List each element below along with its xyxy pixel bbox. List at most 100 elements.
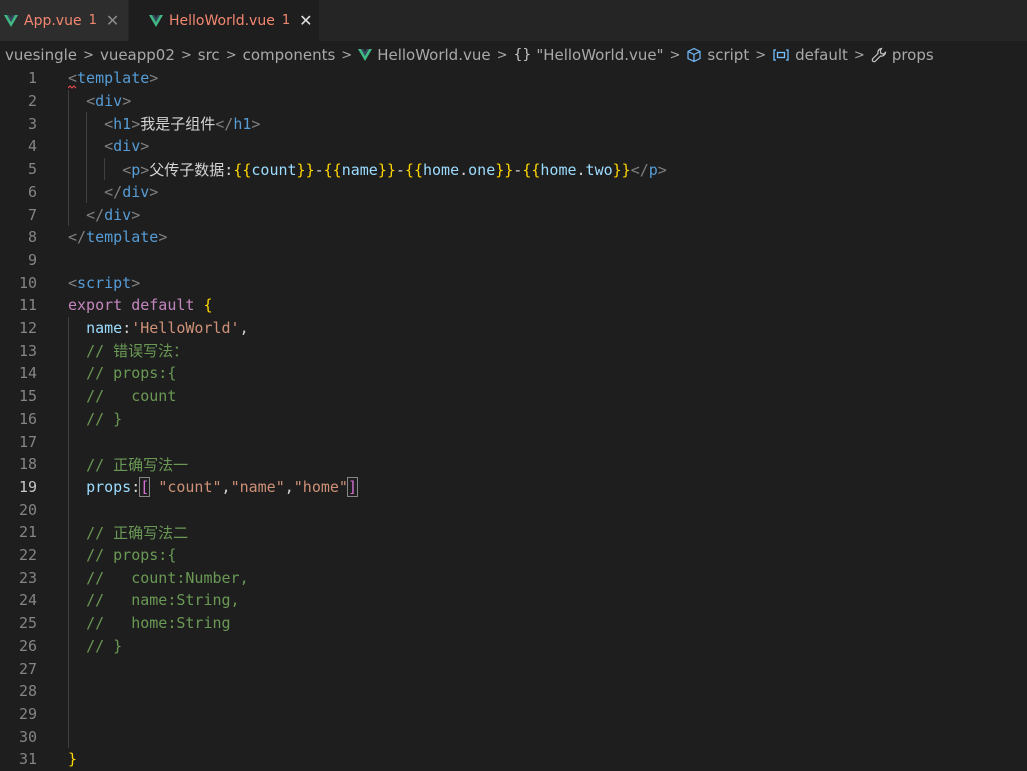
code-line[interactable]: 27 [0, 657, 1027, 680]
code-text: <h1>我是子组件</h1> [104, 115, 261, 134]
code-line[interactable]: 29 [0, 703, 1027, 726]
breadcrumb-item-module[interactable]: {} "HelloWorld.vue" [513, 46, 663, 64]
cube-icon [687, 47, 702, 63]
code-text: // } [86, 409, 123, 428]
code-line[interactable]: 24 // name:String, [0, 589, 1027, 612]
code-text: // } [86, 636, 123, 655]
breadcrumb-item-vueapp02[interactable]: vueapp02 [100, 46, 175, 64]
line-number: 30 [18, 727, 37, 746]
line-number: 29 [18, 704, 37, 723]
vue-logo-icon [149, 14, 163, 27]
line-number: 2 [27, 92, 37, 111]
indent-guide [104, 157, 106, 181]
code-line[interactable]: 28 [0, 680, 1027, 703]
chevron-right-icon: > [755, 47, 767, 63]
breadcrumb-item-src[interactable]: src [198, 46, 220, 64]
line-number: 22 [18, 546, 37, 565]
code-text: // home:String [86, 614, 231, 633]
code-line[interactable]: 19 props:[ "count","name","home"] [0, 476, 1027, 499]
breadcrumb-default-label: default [795, 46, 848, 64]
code-line[interactable]: 6 </div> [0, 181, 1027, 204]
code-text: <div> [86, 92, 132, 111]
chevron-right-icon: > [669, 47, 681, 63]
tab-bar: App.vue 1 ✕ HelloWorld.vue 1 ✕ [0, 0, 1027, 41]
code-text: <div> [104, 137, 150, 156]
line-number: 7 [27, 205, 37, 224]
tab-helloworld-vue[interactable]: HelloWorld.vue 1 ✕ [129, 0, 319, 41]
breadcrumb-item-props[interactable]: props [871, 46, 934, 64]
code-line[interactable]: 13 // 错误写法： [0, 339, 1027, 362]
code-line[interactable]: 7 </div> [0, 203, 1027, 226]
code-line[interactable]: 23 // count:Number, [0, 566, 1027, 589]
code-line[interactable]: 11 export default { [0, 294, 1027, 317]
breadcrumb-item-file[interactable]: HelloWorld.vue [358, 46, 491, 64]
breadcrumb-item-default[interactable]: default [772, 46, 848, 64]
code-line[interactable]: 4 <div> [0, 135, 1027, 158]
breadcrumb-item-components[interactable]: components [243, 46, 336, 64]
breadcrumb-item-script[interactable]: script [686, 46, 749, 64]
tab-app-vue[interactable]: App.vue 1 ✕ [0, 0, 128, 41]
code-line[interactable]: 31} [0, 748, 1027, 771]
line-number: 14 [18, 364, 37, 383]
code-line[interactable]: 15 // count [0, 385, 1027, 408]
code-text: // 错误写法： [86, 342, 189, 361]
code-line[interactable]: 2 <div> [0, 90, 1027, 113]
code-line[interactable]: 10 <script> [0, 271, 1027, 294]
line-number: 5 [27, 160, 37, 179]
code-text: // 正确写法一 [86, 455, 189, 474]
code-text: // name:String, [86, 591, 240, 610]
code-line[interactable]: 25 // home:String [0, 612, 1027, 635]
line-number: 31 [18, 750, 37, 769]
code-line[interactable]: 12 name:'HelloWorld', [0, 317, 1027, 340]
code-text: // count:Number, [86, 568, 249, 587]
line-number: 16 [18, 409, 37, 428]
code-text: name:'HelloWorld', [86, 319, 249, 338]
code-line[interactable]: 5 <p>父传子数据:{{count}}-{{name}}-{{home.one… [0, 158, 1027, 181]
close-icon[interactable]: ✕ [106, 12, 119, 29]
breadcrumb-props-label: props [891, 46, 934, 64]
code-line[interactable]: 14 // props:{ [0, 362, 1027, 385]
braces-icon: {} [513, 47, 532, 63]
code-line[interactable]: 1 <template> [0, 67, 1027, 90]
breadcrumb-script-label: script [707, 46, 750, 64]
code-editor[interactable]: 1 <template> 2 <div> 3 <h1>我是子组件</h1> 4 <div… [0, 67, 1027, 770]
line-number: 1 [27, 69, 37, 88]
variable-icon [773, 49, 789, 61]
breadcrumb-item-vuesingle[interactable]: vuesingle [5, 46, 77, 64]
code-line[interactable]: 3 <h1>我是子组件</h1> [0, 112, 1027, 135]
line-number: 9 [27, 250, 37, 269]
code-line[interactable]: 16 // } [0, 408, 1027, 431]
line-number: 17 [18, 432, 37, 451]
code-text: } [68, 750, 78, 769]
line-number: 20 [18, 500, 37, 519]
code-line[interactable]: 17 [0, 430, 1027, 453]
code-line[interactable]: 21 // 正确写法二 [0, 521, 1027, 544]
code-line[interactable]: 8 </template> [0, 226, 1027, 249]
line-number: 24 [18, 591, 37, 610]
code-text: <p>父传子数据:{{count}}-{{name}}-{{home.one}}… [122, 160, 667, 179]
chevron-right-icon: > [341, 47, 353, 63]
line-number: 18 [18, 455, 37, 474]
breadcrumb-file-label: HelloWorld.vue [377, 46, 491, 64]
wrench-icon [871, 47, 887, 63]
code-text: </div> [86, 205, 141, 224]
code-text: </template> [68, 228, 168, 247]
line-number: 6 [27, 182, 37, 201]
code-line[interactable]: 9 [0, 249, 1027, 272]
chevron-right-icon: > [496, 47, 508, 63]
code-text: // count [86, 387, 177, 406]
code-line[interactable]: 20 [0, 498, 1027, 521]
code-line[interactable]: 18 // 正确写法一 [0, 453, 1027, 476]
code-line[interactable]: 30 [0, 725, 1027, 748]
code-line[interactable]: 22 // props:{ [0, 544, 1027, 567]
close-icon[interactable]: ✕ [299, 12, 312, 29]
line-number: 3 [27, 114, 37, 133]
tab-label: App.vue [24, 12, 82, 29]
vue-logo-icon [4, 14, 18, 27]
line-number: 10 [18, 273, 37, 292]
line-number: 26 [18, 636, 37, 655]
code-line[interactable]: 26 // } [0, 635, 1027, 658]
chevron-right-icon: > [180, 47, 192, 63]
line-number: 25 [18, 614, 37, 633]
code-text: // props:{ [86, 546, 177, 565]
